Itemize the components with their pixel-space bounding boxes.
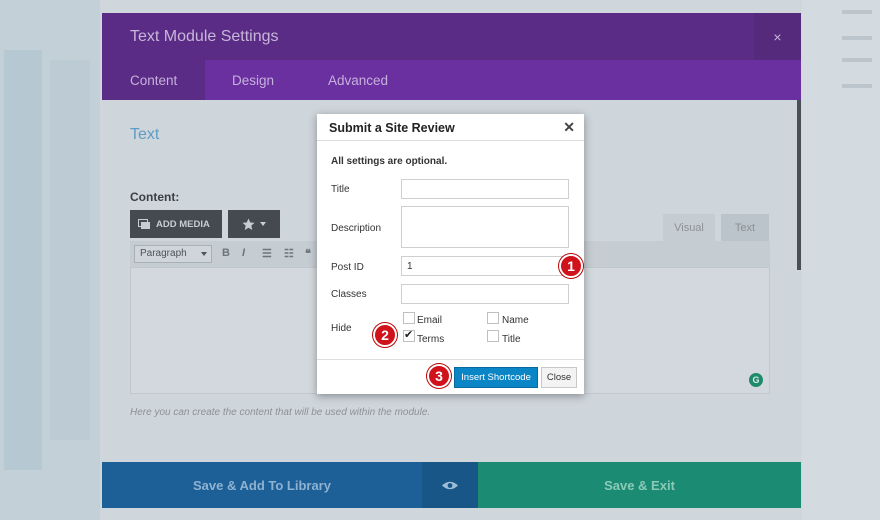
settings-note: All settings are optional.	[331, 156, 448, 167]
media-icon	[138, 218, 150, 229]
bullet-list-icon[interactable]: ☰	[262, 247, 272, 260]
panel-close-icon[interactable]: ×	[754, 13, 801, 60]
insert-shortcode-button[interactable]: Insert Shortcode	[454, 367, 538, 388]
grammarly-icon[interactable]: G	[749, 373, 763, 387]
paragraph-select[interactable]: Paragraph	[134, 245, 212, 263]
chevron-down-icon	[201, 252, 207, 256]
title-label: Title	[331, 184, 350, 195]
italic-icon[interactable]: I	[242, 247, 245, 259]
add-media-button[interactable]: ADD MEDIA	[130, 210, 222, 238]
blockquote-icon[interactable]: ❝	[305, 247, 311, 260]
dialog-header: Submit a Site Review ✕	[317, 114, 584, 141]
section-title: Text	[130, 126, 160, 143]
hide-title-checkbox[interactable]	[487, 330, 499, 342]
star-icon	[242, 218, 255, 230]
hide-email-checkbox[interactable]	[403, 312, 415, 324]
background-block	[4, 50, 42, 470]
dialog-close-icon[interactable]: ✕	[563, 119, 575, 136]
submit-site-review-dialog: Submit a Site Review ✕ All settings are …	[317, 114, 584, 394]
tab-text[interactable]: Text	[721, 214, 769, 242]
title-input[interactable]	[401, 179, 569, 199]
panel-title: Text Module Settings	[130, 28, 279, 45]
classes-input[interactable]	[401, 284, 569, 304]
content-label: Content:	[130, 190, 180, 204]
hide-title-label: Title	[502, 334, 521, 345]
step-marker-3: 3	[427, 364, 451, 388]
tab-content[interactable]: Content	[102, 60, 205, 100]
tab-visual[interactable]: Visual	[663, 214, 715, 242]
tab-advanced[interactable]: Advanced	[328, 60, 388, 100]
dialog-title: Submit a Site Review	[329, 121, 455, 135]
bold-icon[interactable]: B	[222, 247, 230, 259]
step-marker-2: 2	[373, 323, 397, 347]
preview-button[interactable]	[422, 462, 478, 508]
step-marker-1: 1	[559, 254, 583, 278]
panel-scrollbar[interactable]	[797, 100, 801, 270]
hide-name-checkbox[interactable]	[487, 312, 499, 324]
divi-library-button[interactable]	[228, 210, 280, 238]
hide-email-label: Email	[417, 315, 443, 326]
panel-tabs: Content Design Advanced	[102, 60, 801, 100]
hide-name-label: Name	[502, 315, 529, 326]
save-exit-button[interactable]: Save & Exit	[478, 462, 801, 508]
description-input[interactable]	[401, 206, 569, 248]
panel-header: Text Module Settings ×	[102, 13, 801, 60]
classes-label: Classes	[331, 289, 367, 300]
background-right-column	[802, 0, 880, 520]
description-label: Description	[331, 223, 382, 234]
hide-terms-label: Terms	[417, 334, 445, 345]
panel-footer: Save & Add To Library Save & Exit	[102, 462, 801, 508]
post-id-input[interactable]	[401, 256, 569, 276]
close-button[interactable]: Close	[541, 367, 577, 388]
post-id-label: Post ID	[331, 262, 364, 273]
hide-label: Hide	[331, 323, 352, 334]
content-help-text: Here you can create the content that wil…	[130, 407, 431, 418]
numbered-list-icon[interactable]: ☷	[284, 247, 294, 260]
eye-icon	[442, 481, 458, 489]
chevron-down-icon	[260, 222, 266, 226]
tab-design[interactable]: Design	[232, 60, 274, 100]
hide-terms-checkbox[interactable]	[403, 328, 415, 342]
save-add-to-library-button[interactable]: Save & Add To Library	[102, 462, 422, 508]
background-block	[50, 60, 90, 440]
